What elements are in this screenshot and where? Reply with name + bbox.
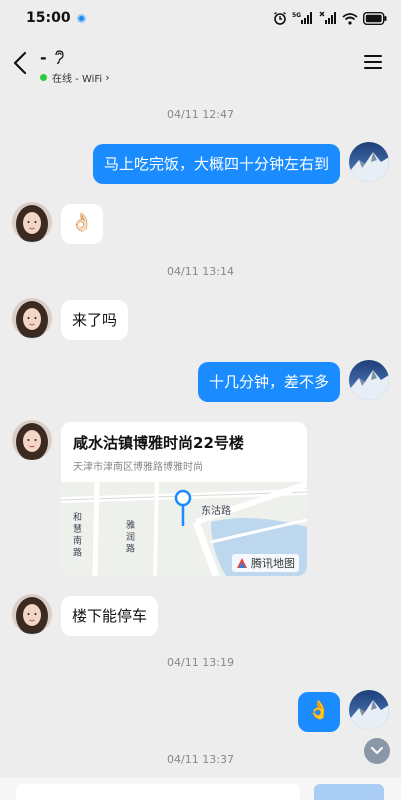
my-avatar[interactable] (349, 690, 389, 730)
location-title: 咸水沽镇博雅时尚22号楼 (73, 434, 244, 452)
signal-5g-icon: 5G (292, 12, 312, 24)
my-avatar[interactable] (349, 360, 389, 400)
status-time: 15:00 (26, 10, 71, 26)
map-street-label: 和 慧 南 路 (71, 512, 82, 558)
contact-avatar[interactable] (12, 202, 52, 242)
wifi-icon (342, 12, 358, 25)
incoming-message-bubble[interactable]: 来了吗 (61, 300, 129, 340)
map-street-label: 东沽路 (201, 504, 231, 517)
back-arrow-icon[interactable] (10, 50, 32, 76)
contact-name[interactable]: - (40, 48, 47, 67)
svg-text:5G: 5G (292, 12, 301, 19)
my-avatar[interactable] (349, 142, 389, 182)
outgoing-message-bubble[interactable]: 十几分钟，差不多 (197, 362, 340, 402)
online-dot-icon (40, 74, 47, 81)
signal-x-icon (319, 11, 336, 24)
message-input-bar (0, 778, 401, 800)
timestamp: 04/11 12:47 (167, 108, 234, 121)
battery-icon (363, 11, 387, 25)
outgoing-message-bubble[interactable]: 马上吃完饭，大概四十分钟左右到 (92, 144, 340, 184)
alarm-icon (274, 11, 286, 25)
send-button[interactable] (314, 784, 384, 800)
location-card[interactable]: 咸水沽镇博雅时尚22号楼 天津市津南区博雅路博雅时尚 东沽路 和 慧 南 路 雅… (61, 422, 307, 576)
status-bar: 15:00 5G (0, 0, 401, 36)
map-provider-text: 腾讯地图 (251, 557, 295, 570)
status-icons: 5G (273, 11, 387, 25)
message-input[interactable] (16, 784, 300, 800)
map-provider-label: 腾讯地图 (232, 554, 299, 572)
notification-dot-icon (76, 13, 86, 23)
map-street-label: 雅 润 路 (124, 519, 135, 554)
chevron-right-icon: › (105, 71, 110, 84)
earpiece-mode-icon (55, 50, 64, 64)
timestamp: 04/11 13:19 (167, 656, 234, 669)
hamburger-menu-icon[interactable] (363, 54, 383, 70)
contact-avatar[interactable] (12, 298, 52, 338)
timestamp: 04/11 13:14 (167, 265, 234, 278)
outgoing-emoji-bubble[interactable]: 👌 (298, 692, 340, 732)
incoming-message-bubble[interactable]: 楼下能停车 (61, 596, 159, 636)
chat-header: - 在线 - WiFi › (0, 40, 401, 92)
timestamp: 04/11 13:37 (167, 753, 234, 766)
online-status: 在线 - WiFi › (40, 70, 110, 85)
contact-avatar[interactable] (12, 420, 52, 460)
online-status-text: 在线 - WiFi (52, 74, 103, 85)
contact-avatar[interactable] (12, 594, 52, 634)
incoming-emoji-bubble[interactable]: 👌🏻 (61, 204, 103, 244)
location-map[interactable]: 东沽路 和 慧 南 路 雅 润 路 腾讯地图 (61, 481, 307, 576)
tencent-map-logo-icon (237, 558, 247, 568)
location-address: 天津市津南区博雅路博雅时尚 (73, 462, 203, 473)
